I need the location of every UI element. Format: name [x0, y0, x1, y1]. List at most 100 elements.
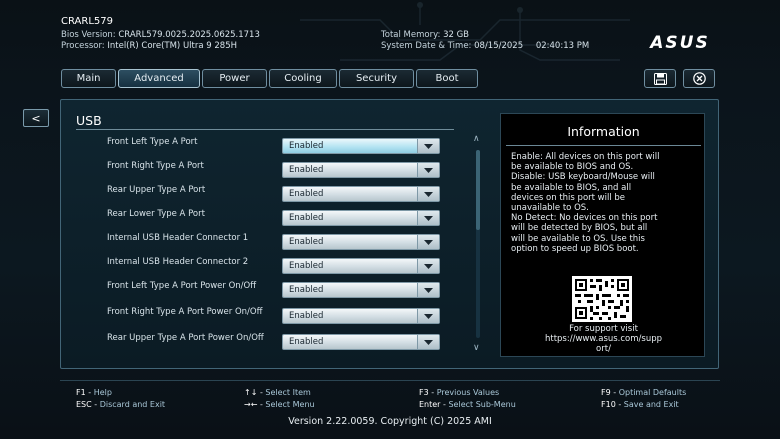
- setting-dropdown-rear-lower-type-a[interactable]: Enabled: [282, 210, 440, 226]
- save-icon: [653, 72, 667, 85]
- exit-button[interactable]: [683, 69, 715, 88]
- svg-text:ASUS: ASUS: [648, 33, 709, 51]
- tab-bar: Main Advanced Power Cooling Security Boo…: [61, 69, 480, 88]
- date-value: 08/15/2025: [474, 41, 524, 51]
- scroll-up-icon[interactable]: ∧: [473, 134, 480, 144]
- dropdown-value: Enabled: [289, 165, 324, 175]
- settings-scrollbar[interactable]: ∧ ∨: [473, 134, 483, 353]
- info-line: devices on this port will be: [511, 192, 626, 203]
- support-line: For support visit: [569, 324, 638, 334]
- hint-desc: Save and Exit: [623, 400, 679, 409]
- help-hint-f10: F10 - Save and Exit: [601, 400, 679, 409]
- help-hint-select-item: ↑↓ - Select Item: [244, 388, 311, 397]
- chevron-down-icon[interactable]: [417, 211, 439, 225]
- help-hint-esc: ESC - Discard and Exit: [76, 400, 166, 409]
- dropdown-value: Enabled: [289, 237, 324, 247]
- information-text: Enable: All devices on this port will be…: [511, 152, 699, 254]
- scroll-down-icon[interactable]: ∨: [473, 343, 480, 353]
- dropdown-value: Enabled: [289, 141, 324, 151]
- support-text: For support visit https://www.asus.com/s…: [521, 324, 686, 355]
- datetime-label: System Date & Time:: [381, 41, 472, 51]
- tab-power[interactable]: Power: [202, 69, 267, 88]
- chevron-down-icon[interactable]: [417, 309, 439, 323]
- chevron-down-icon[interactable]: [417, 187, 439, 201]
- save-button[interactable]: [644, 69, 676, 88]
- hint-key: Enter: [419, 400, 441, 409]
- bios-screen: CRARL579 Bios Version: CRARL579.0025.202…: [0, 0, 780, 439]
- dropdown-value: Enabled: [289, 189, 324, 199]
- hint-desc: Help: [93, 388, 112, 397]
- hint-desc: Discard and Exit: [99, 400, 166, 409]
- setting-dropdown-rear-upper-power[interactable]: Enabled: [282, 334, 440, 350]
- chevron-down-icon[interactable]: [417, 335, 439, 349]
- dropdown-value: Enabled: [289, 261, 324, 271]
- setting-dropdown-front-left-power[interactable]: Enabled: [282, 282, 440, 298]
- chevron-down-icon[interactable]: [417, 235, 439, 249]
- section-divider: [76, 129, 454, 130]
- information-title: Information: [567, 124, 640, 139]
- setting-label: Front Right Type A Port Power On/Off: [107, 307, 263, 317]
- qr-code-icon: [572, 276, 632, 322]
- hint-key: F10: [601, 400, 616, 409]
- memory-info: Total Memory: 32 GB: [381, 30, 469, 40]
- dropdown-value: Enabled: [289, 337, 324, 347]
- setting-dropdown-front-right-power[interactable]: Enabled: [282, 308, 440, 324]
- processor-value: Intel(R) Core(TM) Ultra 9 285H: [107, 41, 237, 51]
- setting-dropdown-internal-header-1[interactable]: Enabled: [282, 234, 440, 250]
- bios-version-value: CRARL579.0025.2025.0625.1713: [118, 30, 260, 40]
- bios-version-label: Bios Version:: [61, 30, 116, 40]
- hint-desc: Select Sub-Menu: [448, 400, 516, 409]
- hint-desc: Previous Values: [436, 388, 500, 397]
- info-line: unavailable to OS.: [511, 203, 589, 214]
- system-datetime: System Date & Time: 08/15/2025 02:40:13 …: [381, 41, 589, 51]
- setting-label: Front Left Type A Port: [107, 137, 198, 147]
- hint-desc: Select Menu: [265, 400, 315, 409]
- tab-security[interactable]: Security: [339, 69, 414, 88]
- scroll-thumb[interactable]: [476, 150, 480, 230]
- info-line: will be available to OS. Use this: [511, 233, 645, 244]
- section-title: USB: [76, 113, 102, 128]
- tab-cooling[interactable]: Cooling: [269, 69, 337, 88]
- hint-key: F1: [76, 388, 86, 397]
- tab-advanced[interactable]: Advanced: [118, 69, 200, 88]
- chevron-down-icon[interactable]: [417, 283, 439, 297]
- setting-dropdown-rear-upper-type-a[interactable]: Enabled: [282, 186, 440, 202]
- back-button[interactable]: <: [23, 109, 49, 127]
- setting-dropdown-front-left-type-a[interactable]: Enabled: [282, 138, 440, 154]
- chevron-down-icon[interactable]: [417, 163, 439, 177]
- bios-version: Bios Version: CRARL579.0025.2025.0625.17…: [61, 30, 260, 40]
- info-line: No Detect: No devices on this port: [511, 213, 658, 224]
- setting-dropdown-internal-header-2[interactable]: Enabled: [282, 258, 440, 274]
- setting-label: Front Left Type A Port Power On/Off: [107, 281, 257, 291]
- support-url: ort/: [596, 344, 611, 355]
- processor-info: Processor: Intel(R) Core(TM) Ultra 9 285…: [61, 41, 237, 51]
- help-hint-f9: F9 - Optimal Defaults: [601, 388, 687, 397]
- setting-dropdown-front-right-type-a[interactable]: Enabled: [282, 162, 440, 178]
- chevron-down-icon[interactable]: [417, 139, 439, 153]
- chevron-down-icon[interactable]: [417, 259, 439, 273]
- hint-key: F9: [601, 388, 611, 397]
- hint-key: ↑↓: [244, 388, 258, 397]
- hint-key: →←: [244, 400, 258, 409]
- system-model: CRARL579: [61, 16, 113, 27]
- setting-label: Internal USB Header Connector 1: [107, 233, 249, 243]
- help-hint-f1: F1 - Help: [76, 388, 112, 397]
- tab-main[interactable]: Main: [61, 69, 116, 88]
- header: CRARL579 Bios Version: CRARL579.0025.202…: [0, 0, 780, 64]
- dropdown-value: Enabled: [289, 213, 324, 223]
- tab-boot[interactable]: Boot: [416, 69, 478, 88]
- setting-label: Front Right Type A Port: [107, 161, 204, 171]
- memory-label: Total Memory:: [381, 30, 441, 40]
- asus-logo: ASUS: [648, 33, 709, 51]
- dropdown-value: Enabled: [289, 285, 324, 295]
- scroll-track[interactable]: [476, 150, 480, 338]
- setting-label: Rear Lower Type A Port: [107, 209, 205, 219]
- info-line: Disable: USB keyboard/Mouse will: [511, 172, 655, 183]
- info-line: will be detected by BIOS, but all: [511, 223, 648, 234]
- close-circle-icon: [692, 72, 706, 85]
- footer-divider: [60, 380, 720, 381]
- hint-desc: Optimal Defaults: [618, 388, 687, 397]
- setting-label: Rear Upper Type A Port: [107, 185, 206, 195]
- hint-desc: Select Item: [265, 388, 311, 397]
- info-line: be available to BIOS, and all: [511, 182, 632, 193]
